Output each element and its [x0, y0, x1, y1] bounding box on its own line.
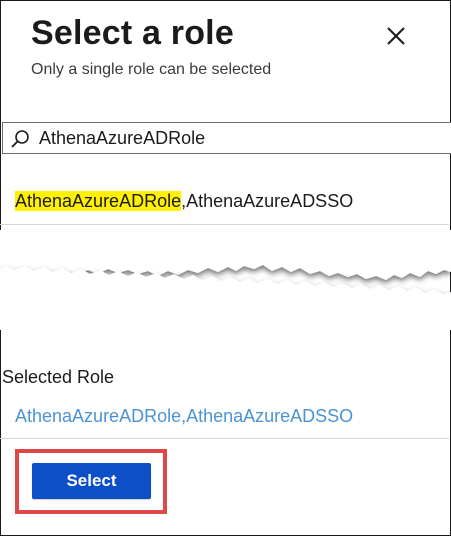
search-icon — [11, 130, 29, 148]
role-result-item[interactable]: AthenaAzureADRole,AthenaAzureADSSO — [0, 182, 449, 224]
search-input[interactable] — [39, 125, 439, 151]
search-match-highlight: AthenaAzureADRole — [15, 191, 182, 211]
search-box — [2, 122, 451, 154]
close-button[interactable] — [384, 24, 408, 48]
role-result-text: AthenaAzureADRole,AthenaAzureADSSO — [15, 191, 353, 212]
close-icon — [387, 27, 405, 45]
divider — [0, 438, 449, 439]
torn-edge-separator — [0, 230, 451, 330]
divider — [0, 224, 449, 225]
selected-role-value: AthenaAzureADRole,AthenaAzureADSSO — [15, 406, 354, 426]
role-result-rest: ,AthenaAzureADSSO — [181, 191, 354, 211]
select-button[interactable]: Select — [32, 463, 151, 499]
panel-title: Select a role — [31, 14, 234, 52]
selected-role-label: Selected Role — [2, 367, 115, 387]
panel-subtitle: Only a single role can be selected — [31, 61, 272, 78]
